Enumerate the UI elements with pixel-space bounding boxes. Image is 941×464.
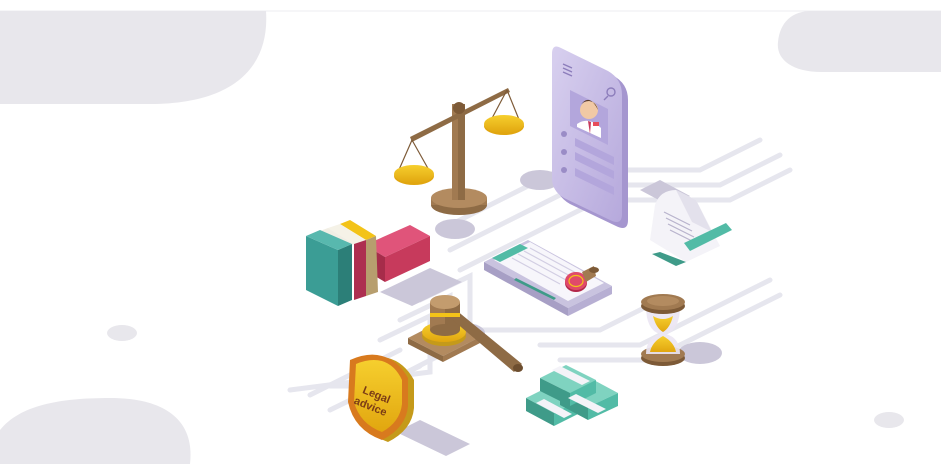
- illustration-canvas: Legaladvice: [0, 0, 941, 464]
- blob-top-left: [0, 11, 267, 104]
- dot-left: [107, 325, 137, 341]
- legal-advice-shield: Legaladvice: [348, 354, 414, 442]
- legal-advice-illustration: Legaladvice: [0, 10, 941, 464]
- cash-stacks: [526, 365, 618, 426]
- hourglass: [641, 294, 685, 366]
- dot-right: [874, 412, 904, 428]
- smartphone: [552, 46, 628, 228]
- blob-top-right: [777, 11, 941, 72]
- clipboard-contract: [484, 240, 612, 316]
- blob-bottom-left: [0, 398, 191, 464]
